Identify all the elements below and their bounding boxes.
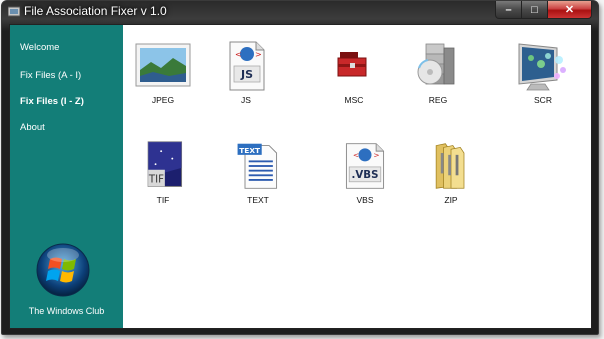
svg-text:<: < (235, 50, 242, 59)
caption-buttons: – □ ✕ (495, 1, 592, 19)
file-label: VBS (356, 195, 374, 205)
file-label: ZIP (444, 195, 458, 205)
tif-icon-text: TIF (148, 175, 164, 186)
file-label: SCR (534, 95, 552, 105)
file-item-zip[interactable]: ZIP (416, 140, 486, 205)
file-label: TEXT (247, 195, 269, 205)
registry-icon (417, 43, 455, 85)
sidebar-item-fix-files-a-i[interactable]: Fix Files (A - I) (20, 70, 81, 81)
app-window: File Association Fixer v 1.0 – □ ✕ Welco… (1, 0, 599, 335)
sidebar-item-welcome[interactable]: Welcome (20, 42, 59, 53)
jpeg-image-icon (135, 43, 191, 87)
sidebar: Welcome Fix Files (A - I) Fix Files (I -… (10, 25, 123, 328)
tif-image-icon: TIF (147, 141, 183, 187)
svg-text:<: < (353, 151, 359, 160)
close-button[interactable]: ✕ (548, 1, 592, 19)
title-bar[interactable]: File Association Fixer v 1.0 – □ ✕ (2, 1, 598, 23)
minimize-button[interactable]: – (495, 1, 522, 19)
file-item-vbs[interactable]: < > .VBS VBS (330, 140, 400, 205)
file-item-jpeg[interactable]: JPEG (128, 40, 198, 105)
window-bottom-frame (2, 327, 598, 334)
brand-label: The Windows Club (28, 306, 105, 316)
file-label: TIF (156, 195, 170, 205)
client-area: Welcome Fix Files (A - I) Fix Files (I -… (9, 24, 592, 329)
file-label: JS (241, 95, 251, 105)
file-item-js[interactable]: < > JS JS (211, 40, 281, 105)
vbs-icon-text: .VBS (352, 170, 379, 181)
text-document-icon: TEXT (237, 143, 278, 189)
svg-text:>: > (373, 151, 379, 160)
vbs-script-icon: < > .VBS (345, 143, 385, 189)
file-item-text[interactable]: TEXT TEXT (223, 140, 293, 205)
js-script-icon: < > JS (229, 41, 265, 91)
file-label: MSC (344, 95, 364, 105)
file-label: REG (428, 95, 448, 105)
screensaver-icon (518, 43, 566, 91)
sidebar-item-fix-files-i-z[interactable]: Fix Files (I - Z) (20, 96, 84, 107)
js-icon-text: JS (240, 68, 253, 81)
file-label: JPEG (151, 95, 175, 105)
file-item-tif[interactable]: TIF TIF (128, 140, 198, 205)
toolbox-icon (337, 52, 367, 77)
file-icon-grid: JPEG < > JS JS MSC REG SCR TIF TIF TEXT … (123, 25, 591, 328)
maximize-button[interactable]: □ (522, 1, 548, 19)
file-item-msc[interactable]: MSC (319, 40, 389, 105)
sidebar-item-about[interactable]: About (20, 122, 45, 133)
app-icon (8, 6, 20, 17)
text-icon-text: TEXT (239, 146, 261, 155)
svg-text:>: > (255, 50, 262, 59)
zip-folder-icon (435, 143, 465, 189)
window-title: File Association Fixer v 1.0 (24, 4, 167, 18)
windows-logo-icon (36, 243, 90, 297)
file-item-reg[interactable]: REG (403, 40, 473, 105)
file-item-scr[interactable]: SCR (508, 40, 578, 105)
